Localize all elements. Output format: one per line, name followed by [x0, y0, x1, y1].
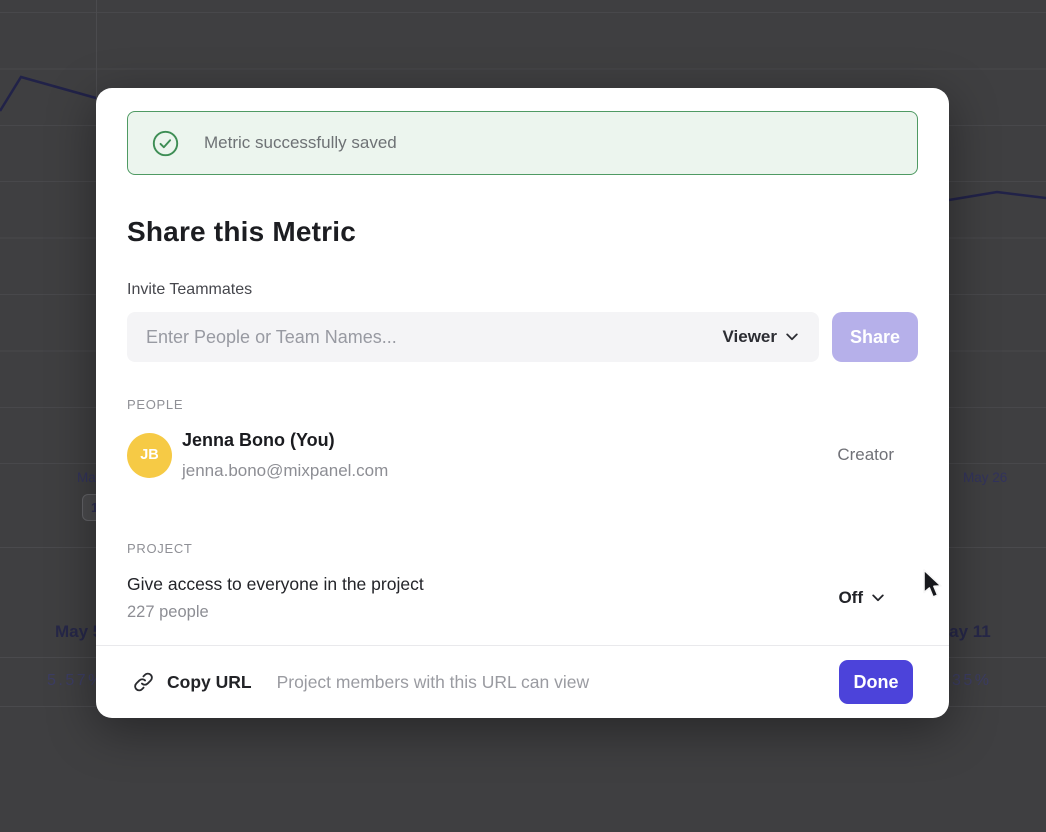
- project-access-dropdown[interactable]: Off: [838, 588, 884, 608]
- person-name: Jenna Bono (You): [182, 430, 837, 452]
- person-email: jenna.bono@mixpanel.com: [182, 461, 837, 481]
- table-cell-value: 35%: [952, 672, 992, 690]
- copy-url-label: Copy URL: [167, 672, 252, 693]
- avatar-initials: JB: [140, 447, 159, 463]
- share-metric-modal: Metric successfully saved Share this Met…: [96, 88, 949, 718]
- copy-url-button[interactable]: Copy URL: [133, 671, 252, 693]
- project-access-row: Give access to everyone in the project 2…: [127, 574, 899, 622]
- success-check-icon: [152, 130, 179, 157]
- project-section-label: PROJECT: [127, 541, 193, 556]
- project-access-dropdown-value: Off: [838, 588, 863, 608]
- people-section-label: PEOPLE: [127, 397, 183, 412]
- invite-input[interactable]: [144, 326, 718, 349]
- avatar: JB: [127, 433, 172, 478]
- link-icon: [133, 671, 154, 693]
- chevron-down-icon: [872, 594, 884, 602]
- invite-teammates-label: Invite Teammates: [127, 281, 252, 299]
- role-dropdown[interactable]: Viewer: [718, 321, 802, 353]
- chevron-down-icon: [786, 333, 798, 341]
- x-axis-tick-right: May 26: [963, 470, 1007, 485]
- role-dropdown-value: Viewer: [722, 327, 777, 347]
- share-button[interactable]: Share: [832, 312, 918, 362]
- done-button[interactable]: Done: [839, 660, 913, 704]
- invite-input-field[interactable]: Viewer: [127, 312, 819, 362]
- project-access-title: Give access to everyone in the project: [127, 574, 838, 595]
- project-access-count: 227 people: [127, 603, 838, 622]
- person-info: Jenna Bono (You) jenna.bono@mixpanel.com: [182, 430, 837, 481]
- invite-row: Viewer Share: [127, 312, 918, 362]
- person-row: JB Jenna Bono (You) jenna.bono@mixpanel.…: [127, 430, 894, 481]
- success-banner-message: Metric successfully saved: [204, 133, 397, 153]
- success-banner: Metric successfully saved: [127, 111, 918, 175]
- modal-title: Share this Metric: [127, 216, 356, 248]
- project-access-text: Give access to everyone in the project 2…: [127, 574, 838, 622]
- modal-footer: Copy URL Project members with this URL c…: [96, 645, 949, 718]
- person-role: Creator: [837, 445, 894, 465]
- screen: May May 26 1 May 5 May 11 5.57% 35% Metr…: [0, 0, 1046, 832]
- footer-hint: Project members with this URL can view: [277, 672, 839, 693]
